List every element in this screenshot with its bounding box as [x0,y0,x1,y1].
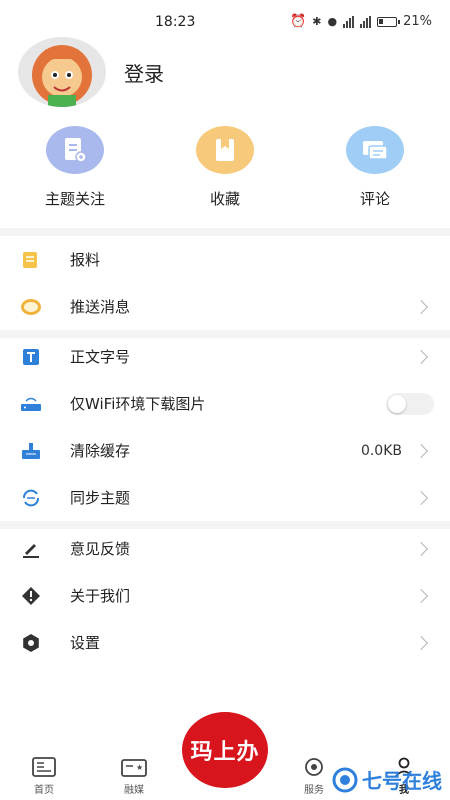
service-icon [305,758,323,776]
quick-theme-follow[interactable]: 主题关注 [15,126,135,216]
svg-text:★: ★ [136,763,143,772]
watermark-logo-icon [332,767,358,792]
alarm-icon: ⏰ [290,14,307,29]
signal-icon-2 [360,15,372,28]
profile-header[interactable]: 登录 [18,34,438,110]
mascot-avatar-icon [32,45,92,107]
menu-label-font-size: 正文字号 [70,348,131,366]
wifi-images-toggle[interactable] [386,392,434,415]
home-news-icon [32,757,56,777]
chevron-right-icon [413,349,429,364]
chevron-right-icon [413,299,429,314]
quick-actions: 主题关注 收藏 评论 [0,126,450,216]
watermark: 七号在线 [332,765,442,794]
chevron-right-icon [413,541,429,556]
comment-icon [346,126,404,174]
push-badge-icon [20,296,42,318]
center-logo-text: 玛上办 [190,740,260,765]
quick-comment[interactable]: 评论 [315,126,435,216]
status-time: 18:23 [155,14,196,30]
quick-comment-label: 评论 [359,190,390,208]
chevron-right-icon [413,490,429,505]
section-divider [0,228,450,236]
report-icon [20,249,42,271]
bookmark-icon [196,126,254,174]
tab-home[interactable]: 首页 [14,757,74,796]
bluetooth-icon: ✱ [312,15,322,28]
quick-bookmark[interactable]: 收藏 [165,126,285,216]
tab-media-label: 融媒 [124,785,144,796]
tab-home-label: 首页 [34,785,54,796]
font-size-icon [20,346,42,368]
broom-icon [20,440,42,462]
menu-item-push[interactable]: 推送消息 [0,283,450,330]
menu-label-about: 关于我们 [70,587,131,605]
location-icon: ● [327,15,338,28]
gear-icon [20,632,42,654]
menu-label-sync-topics: 同步主题 [70,489,131,507]
menu-item-sync-topics[interactable]: 同步主题 [0,474,450,521]
chevron-right-icon [413,635,429,650]
chevron-right-icon [413,443,429,458]
menu-label-feedback: 意见反馈 [70,540,131,558]
tab-service-label: 服务 [304,785,324,796]
chevron-right-icon [413,588,429,603]
watermark-text: 七号在线 [362,769,442,793]
avatar[interactable] [18,37,106,107]
menu-label-settings: 设置 [70,634,101,652]
quick-theme-follow-label: 主题关注 [44,190,105,208]
battery-percent: 21% [403,14,432,29]
menu-group-2: 正文字号 仅WiFi环境下载图片 清除缓存 0.0KB 同步主题 [0,333,450,521]
menu-group-1: 报料 推送消息 [0,236,450,330]
tab-media[interactable]: ★ 融媒 [104,759,164,796]
quick-bookmark-label: 收藏 [209,190,240,208]
cache-size-value: 0.0KB [360,442,402,459]
login-link[interactable]: 登录 [124,58,164,87]
menu-item-font-size[interactable]: 正文字号 [0,333,450,380]
menu-label-report: 报料 [70,251,101,269]
info-diamond-icon [20,585,42,607]
theme-follow-icon [46,126,104,174]
signal-icon [343,15,355,28]
menu-item-about[interactable]: 关于我们 [0,572,450,619]
menu-label-wifi-images: 仅WiFi环境下载图片 [70,395,206,413]
menu-item-feedback[interactable]: 意见反馈 [0,525,450,572]
menu-label-clear-cache: 清除缓存 [70,442,131,460]
center-logo-button[interactable]: 玛上办 [182,712,268,788]
menu-item-settings[interactable]: 设置 [0,619,450,666]
router-icon [20,393,42,415]
sync-icon [20,487,42,509]
menu-group-3: 意见反馈 关于我们 设置 [0,525,450,666]
menu-item-clear-cache[interactable]: 清除缓存 0.0KB [0,427,450,474]
menu-label-push: 推送消息 [70,298,131,316]
menu-item-report[interactable]: 报料 [0,236,450,283]
battery-icon [377,16,401,27]
status-icons: ⏰ ✱ ● 21% [290,14,432,29]
media-icon: ★ [121,759,147,777]
pencil-icon [20,538,42,560]
menu-item-wifi-images[interactable]: 仅WiFi环境下载图片 [0,380,450,427]
